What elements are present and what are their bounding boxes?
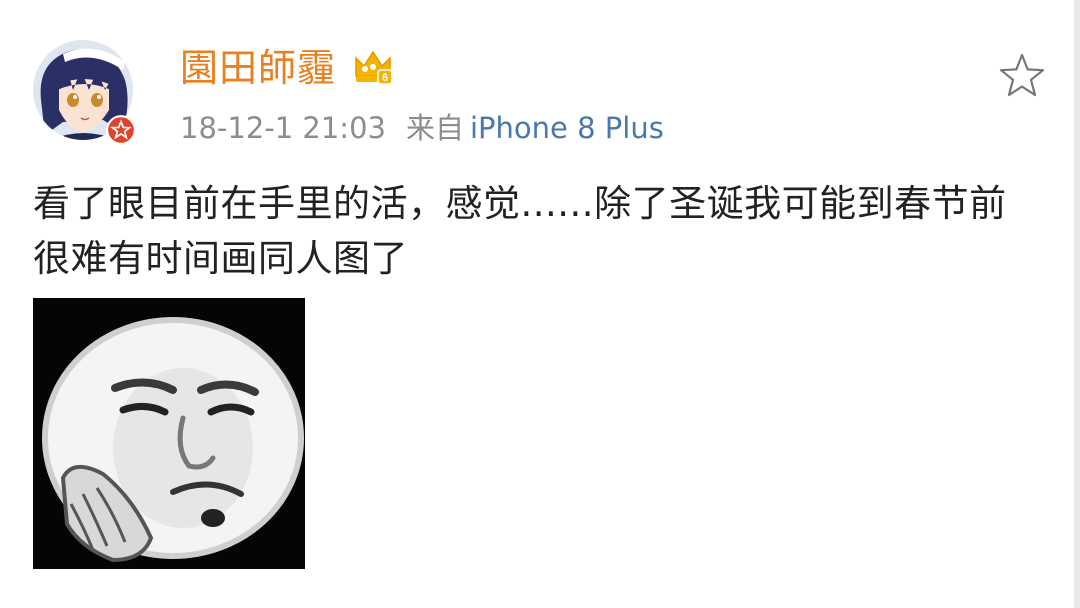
star-outline-icon[interactable] [998, 52, 1046, 98]
panda-meme-image [33, 298, 305, 569]
source-device-link[interactable]: iPhone 8 Plus [470, 111, 664, 145]
crown-level-icon: 6 [355, 50, 393, 85]
level-badge-number: 6 [382, 72, 388, 84]
via-label: 来自 [405, 111, 464, 145]
verified-badge-icon [106, 115, 136, 145]
scrollbar-track [1074, 0, 1080, 608]
post-image[interactable] [33, 298, 305, 569]
post-meta: 18-12-1 21:03 来自 iPhone 8 Plus [180, 108, 664, 148]
author-name[interactable]: 園田師霾 [180, 44, 336, 92]
post-timestamp: 18-12-1 21:03 [180, 111, 386, 145]
post-text: 看了眼目前在手里的活，感觉......除了圣诞我可能到春节前很难有时间画同人图了 [33, 182, 1007, 280]
avatar[interactable] [33, 40, 140, 147]
